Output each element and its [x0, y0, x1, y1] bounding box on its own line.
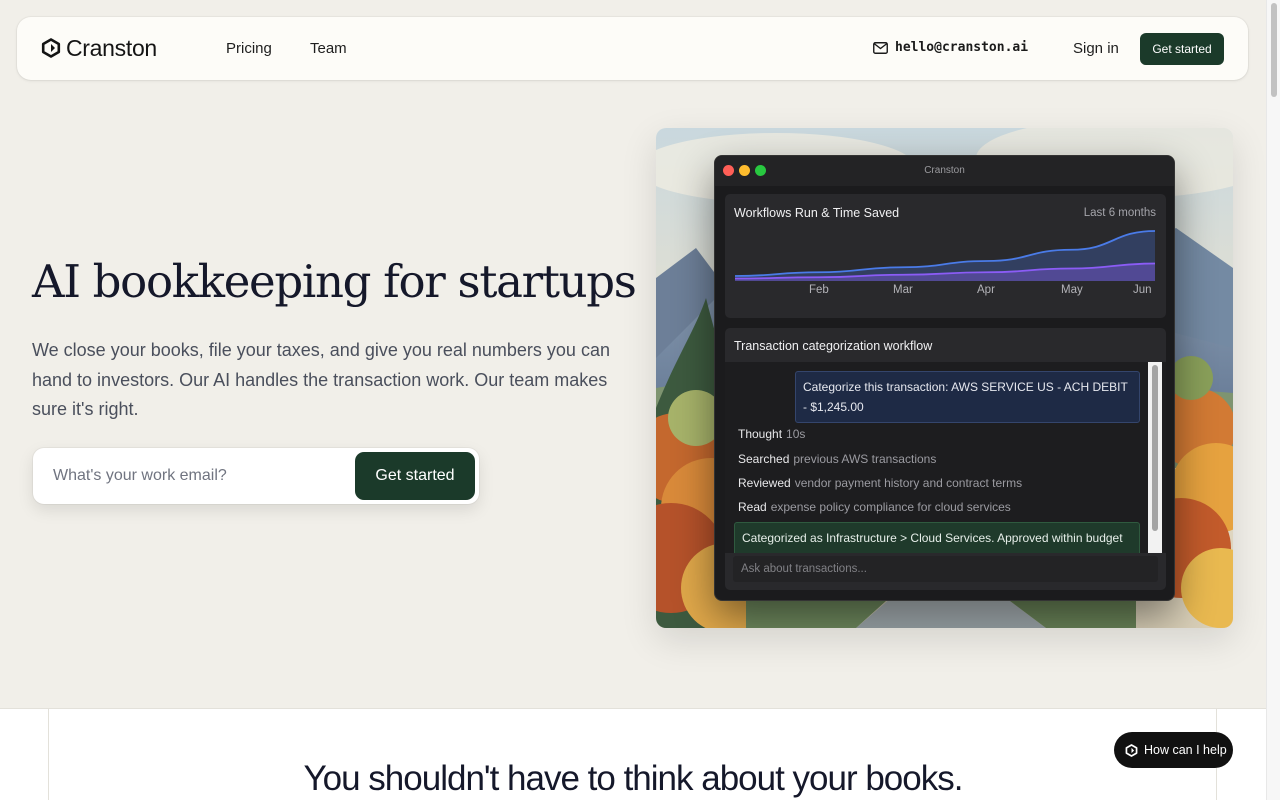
contact-email-text: hello@cranston.ai — [895, 40, 1029, 55]
x-tick-label: Mar — [893, 284, 913, 296]
app-window: Cranston Workflows Run & Time Saved Last… — [714, 155, 1175, 601]
step-detail: 10s — [786, 427, 806, 441]
brand-name: Cranston — [66, 35, 157, 61]
workflow-conversation: Categorize this transaction: AWS SERVICE… — [725, 362, 1166, 553]
workflow-scroll-thumb[interactable] — [1152, 365, 1158, 531]
x-tick-label: Feb — [809, 284, 829, 296]
contact-email-link[interactable]: hello@cranston.ai — [873, 40, 1028, 55]
nav-get-started-button[interactable]: Get started — [1140, 33, 1224, 65]
ask-transactions-input[interactable] — [733, 556, 1158, 582]
step-label: Searched — [738, 452, 790, 466]
work-email-input[interactable] — [53, 448, 353, 504]
help-chat-button[interactable]: How can I help — [1114, 732, 1233, 768]
x-tick-label: May — [1061, 284, 1083, 296]
features-section: You shouldn't have to think about your b… — [0, 708, 1266, 800]
window-titlebar: Cranston — [715, 156, 1174, 186]
hero-title: AI bookkeeping for startups — [32, 255, 637, 308]
mail-icon — [873, 41, 888, 54]
workflow-step: Searched previous AWS transactions — [738, 452, 936, 466]
section-title: You shouldn't have to think about your b… — [303, 759, 964, 798]
hero-illustration: Cranston Workflows Run & Time Saved Last… — [656, 128, 1233, 628]
x-tick-label: Jun — [1133, 284, 1152, 296]
step-detail: vendor payment history and contract term… — [794, 476, 1023, 490]
x-tick-label: Apr — [977, 284, 995, 296]
workflow-scrollbar[interactable] — [1148, 362, 1162, 553]
nav-link-team[interactable]: Team — [310, 40, 347, 58]
workflows-area-chart — [734, 230, 1156, 281]
cranston-logo-icon — [41, 38, 61, 58]
hero-subtitle: We close your books, file your taxes, an… — [32, 340, 610, 419]
step-detail: expense policy compliance for cloud serv… — [770, 500, 1011, 514]
page-scrollbar[interactable] — [1266, 0, 1280, 800]
sign-in-link[interactable]: Sign in — [1073, 40, 1119, 58]
cranston-logo-icon — [1125, 743, 1138, 757]
user-message: Categorize this transaction: AWS SERVICE… — [795, 371, 1140, 423]
workflow-step: Read expense policy compliance for cloud … — [738, 500, 1011, 514]
window-title: Cranston — [924, 165, 965, 176]
hero-get-started-button[interactable]: Get started — [355, 452, 475, 500]
signup-form: Get started — [33, 448, 479, 504]
chart-title: Workflows Run & Time Saved — [734, 206, 900, 220]
step-label: Reviewed — [738, 476, 791, 490]
brand-logo[interactable]: Cranston — [41, 36, 157, 60]
workflow-step: Reviewed vendor payment history and contr… — [738, 476, 1022, 490]
step-label: Thought — [738, 427, 783, 441]
page-scroll-thumb[interactable] — [1271, 3, 1277, 97]
workflow-title: Transaction categorization workflow — [734, 339, 933, 353]
step-label: Read — [738, 500, 767, 514]
help-chat-label: How can I help — [1144, 743, 1227, 757]
workflow-step: Thought 10s — [738, 427, 805, 441]
transaction-workflow-card: Transaction categorization workflow Cate… — [725, 328, 1166, 590]
workflows-chart-card: Workflows Run & Time Saved Last 6 months… — [725, 194, 1166, 318]
step-detail: previous AWS transactions — [793, 452, 937, 466]
nav-link-pricing[interactable]: Pricing — [226, 40, 272, 58]
top-navbar: Cranston Pricing Team hello@cranston.ai … — [17, 17, 1248, 80]
chart-range-label: Last 6 months — [1083, 207, 1156, 219]
ai-result-message: Categorized as Infrastructure > Cloud Se… — [734, 522, 1140, 553]
